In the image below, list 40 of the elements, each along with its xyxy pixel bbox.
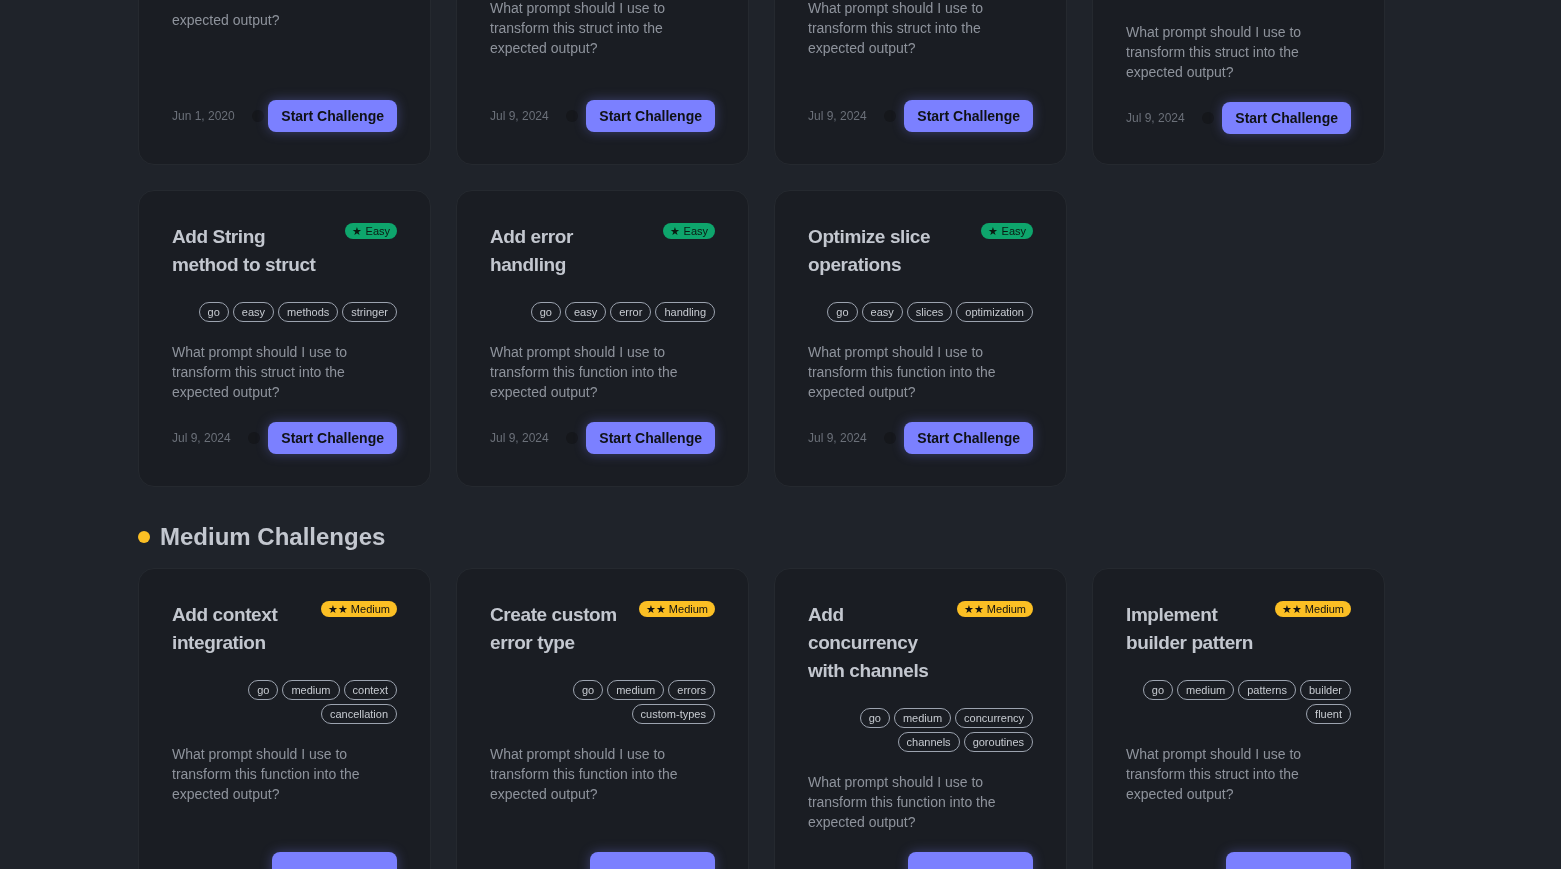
card-title: Create custom error type [490, 603, 618, 655]
difficulty-badge: ★ Easy [981, 223, 1033, 239]
card-description: What prompt should I use to transform this function into the expected output? [490, 343, 679, 402]
section-heading: Medium Challenges [160, 522, 386, 552]
difficulty-badge: ★ Easy [345, 223, 397, 239]
card-description: What prompt should I use to transform this struct into the expected output? [1126, 23, 1303, 82]
difficulty-badge: ★★ Medium [320, 601, 397, 617]
card-title: Add String method to struct [172, 225, 317, 277]
card-title: Add error handling [490, 225, 574, 277]
difficulty-badge: ★★ Medium [956, 601, 1033, 617]
difficulty-badge: ★ Easy [663, 223, 715, 239]
card-date: Jul 9, 2024 [490, 430, 549, 447]
card-date: Jul 9, 2024 [172, 430, 231, 447]
difficulty-badge: ★★ Medium [1274, 601, 1351, 617]
card-description: What prompt should I use to transform this struct into the expected output? [808, 0, 985, 58]
card-title: Optimize slice operations [808, 225, 932, 277]
card-title: Implement builder pattern [1126, 603, 1254, 655]
start-challenge-button[interactable]: Start Challenge [268, 422, 397, 454]
card-description: What prompt should I use to transform this function into the expected output? [808, 773, 997, 832]
card-date: Jun 1, 2020 [172, 108, 235, 125]
card-description: What prompt should I use to transform this function into the expected output? [172, 745, 361, 804]
card-description: What prompt should I use to transform this struct into the expected output? [172, 343, 349, 402]
card-date: Jul 9, 2024 [1126, 110, 1185, 127]
start-challenge-button[interactable]: Start Challenge [904, 422, 1033, 454]
card-description: What prompt should I use to transform this function into the expected output? [490, 745, 679, 804]
card-title: Add concurrency with channels [808, 603, 930, 683]
difficulty-badge: ★★ Medium [638, 601, 715, 617]
card-description: expected output? [172, 11, 281, 30]
card-description: What prompt should I use to transform this function into the expected output? [808, 343, 997, 402]
card-title: Add context integration [172, 603, 279, 655]
card-date: Jul 9, 2024 [808, 108, 867, 125]
card-description: What prompt should I use to transform this struct into the expected output? [490, 0, 667, 58]
start-challenge-button[interactable]: Start Challenge [1222, 102, 1351, 134]
card-date: Jul 9, 2024 [808, 430, 867, 447]
start-challenge-button[interactable]: Start Challenge [904, 100, 1033, 132]
card-description: What prompt should I use to transform this struct into the expected output? [1126, 745, 1303, 804]
start-challenge-button[interactable]: Start Challenge [268, 100, 397, 132]
start-challenge-button[interactable]: Start Challenge [586, 422, 715, 454]
start-challenge-button[interactable]: Start Challenge [586, 100, 715, 132]
card-date: Jul 9, 2024 [490, 108, 549, 125]
